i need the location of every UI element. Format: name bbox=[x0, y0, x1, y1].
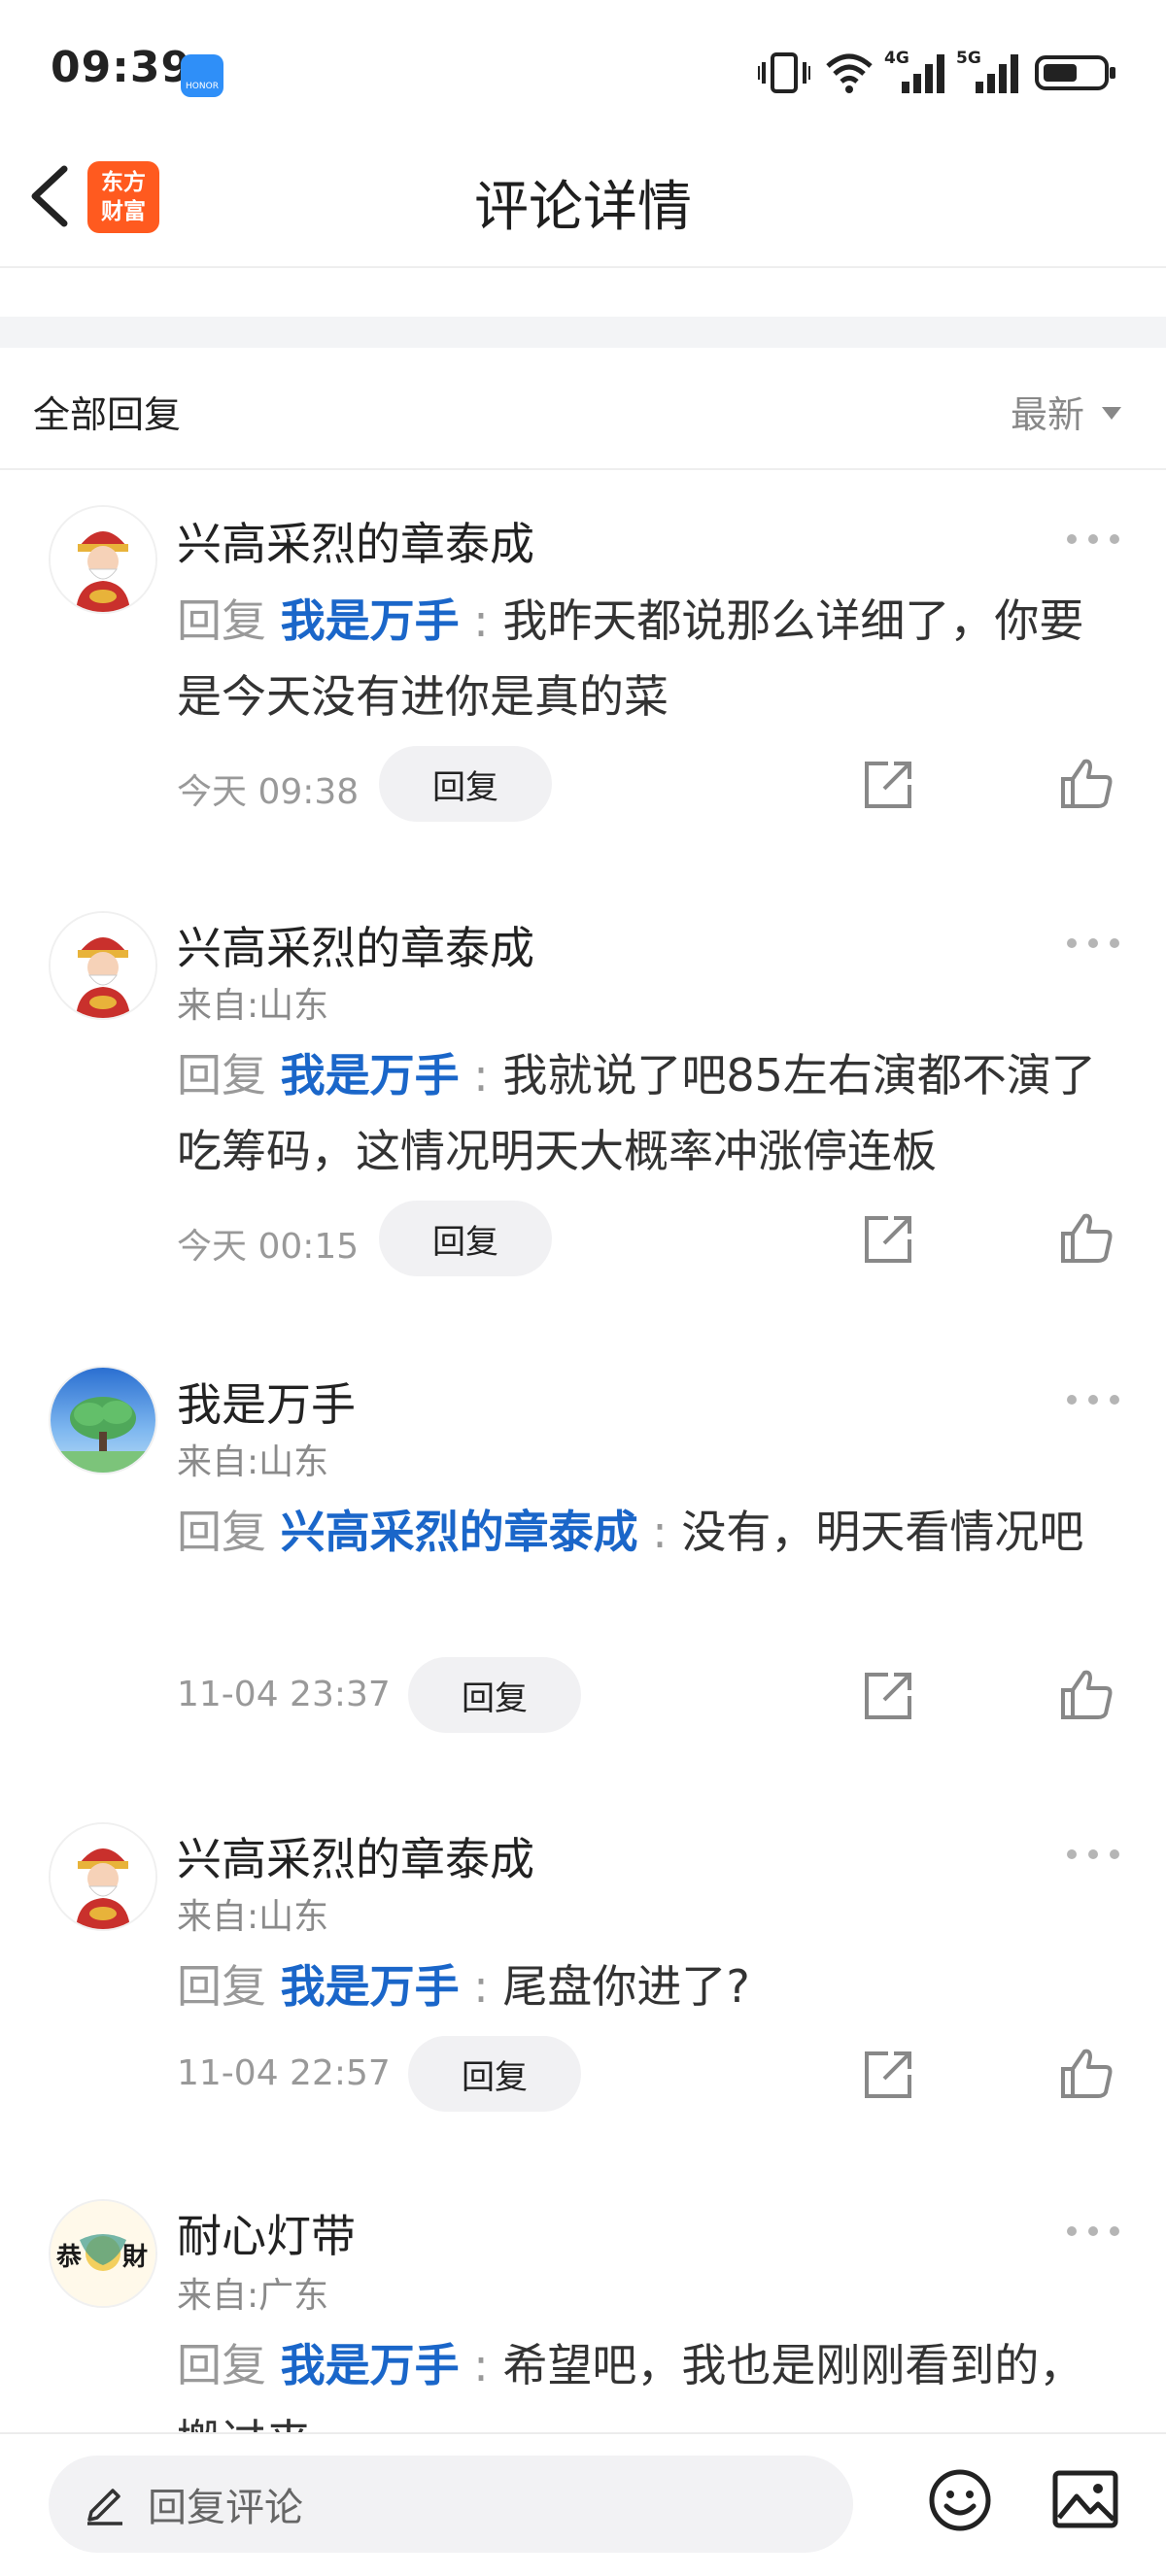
bottom-divider bbox=[0, 2432, 1166, 2434]
comment-username[interactable]: 耐心灯带 bbox=[177, 2201, 356, 2265]
comment-text: 回复 兴高采烈的章泰成 : 没有，明天看情况吧 bbox=[177, 1506, 1084, 1558]
tree-avatar-icon bbox=[51, 1368, 155, 1473]
caishen-avatar-icon bbox=[51, 913, 155, 1018]
avatar[interactable] bbox=[49, 1822, 157, 1931]
reply-button[interactable]: 回复 bbox=[379, 1201, 552, 1276]
image-icon[interactable] bbox=[1051, 2469, 1119, 2529]
pencil-icon bbox=[87, 2489, 122, 2525]
reply-prefix: 回复 bbox=[177, 1049, 266, 1102]
gongxi-facai-avatar-icon: 恭 財 bbox=[51, 2201, 155, 2306]
emoji-icon[interactable] bbox=[927, 2467, 993, 2533]
comment-location: 来自:广东 bbox=[177, 2276, 329, 2316]
comment-time: 11-04 23:37 bbox=[177, 1675, 391, 1714]
avatar[interactable] bbox=[49, 1366, 157, 1474]
reply-prefix: 回复 bbox=[177, 1506, 266, 1558]
like-icon[interactable] bbox=[1059, 1667, 1114, 1721]
reply-content: 没有，明天看情况吧 bbox=[681, 1506, 1084, 1558]
share-icon[interactable] bbox=[861, 1212, 915, 1267]
reply-target-user[interactable]: 兴高采烈的章泰成 bbox=[281, 1506, 638, 1558]
reply-prefix: 回复 bbox=[177, 1960, 266, 2013]
header-divider bbox=[0, 266, 1166, 268]
reply-target-user[interactable]: 我是万手 bbox=[281, 1960, 460, 2013]
reply-prefix: 回复 bbox=[177, 594, 266, 647]
caishen-avatar-icon bbox=[51, 507, 155, 612]
reply-prefix: 回复 bbox=[177, 2339, 266, 2391]
like-icon[interactable] bbox=[1059, 1210, 1114, 1265]
comment-username[interactable]: 兴高采烈的章泰成 bbox=[177, 913, 534, 977]
page-title: 评论详情 bbox=[474, 176, 692, 239]
sort-value: 最新 bbox=[1011, 393, 1085, 436]
battery-icon bbox=[1035, 55, 1115, 90]
comment-location: 来自:山东 bbox=[177, 1442, 329, 1482]
svg-text:恭: 恭 bbox=[55, 2243, 83, 2272]
avatar[interactable] bbox=[49, 911, 157, 1020]
more-options-icon[interactable] bbox=[1067, 936, 1119, 950]
comment-text: 回复 我是万手 : 我就说了吧85左右演都不演了吃筹码，这情况明天大概率冲涨停连… bbox=[177, 1049, 1096, 1177]
like-icon[interactable] bbox=[1059, 756, 1114, 810]
comment-time: 今天 00:15 bbox=[177, 1227, 360, 1267]
caishen-avatar-icon bbox=[51, 1824, 155, 1929]
reply-button[interactable]: 回复 bbox=[379, 746, 552, 822]
comment-time: 今天 09:38 bbox=[177, 772, 360, 812]
all-replies-label: 全部回复 bbox=[33, 393, 182, 436]
comment-username[interactable]: 我是万手 bbox=[177, 1370, 356, 1434]
reply-comment-input[interactable]: 回复评论 bbox=[49, 2456, 853, 2553]
more-options-icon[interactable] bbox=[1067, 2224, 1119, 2238]
avatar[interactable]: 恭 財 bbox=[49, 2199, 157, 2308]
sort-divider bbox=[0, 468, 1166, 470]
more-options-icon[interactable] bbox=[1067, 1393, 1119, 1407]
reply-target-user[interactable]: 我是万手 bbox=[281, 594, 460, 647]
reply-button[interactable]: 回复 bbox=[408, 1657, 581, 1733]
dropdown-triangle-icon bbox=[1102, 407, 1122, 420]
reply-input-placeholder: 回复评论 bbox=[148, 2486, 303, 2530]
share-icon[interactable] bbox=[861, 1669, 915, 1723]
wifi-icon bbox=[826, 53, 873, 93]
share-icon[interactable] bbox=[861, 2048, 915, 2102]
comment-location: 来自:山东 bbox=[177, 1897, 329, 1937]
svg-text:財: 財 bbox=[122, 2243, 148, 2272]
comment-username[interactable]: 兴高采烈的章泰成 bbox=[177, 1824, 534, 1888]
reply-target-user[interactable]: 我是万手 bbox=[281, 1049, 460, 1102]
avatar[interactable] bbox=[49, 505, 157, 614]
more-options-icon[interactable] bbox=[1067, 1847, 1119, 1861]
status-time: 09:39 bbox=[51, 43, 192, 92]
honor-app-icon: HONOR bbox=[181, 54, 223, 97]
signal-5g-icon bbox=[976, 54, 1018, 93]
vibrate-icon bbox=[758, 52, 810, 93]
more-options-icon[interactable] bbox=[1067, 532, 1119, 546]
sort-dropdown[interactable]: 最新 bbox=[1011, 385, 1122, 438]
comment-username[interactable]: 兴高采烈的章泰成 bbox=[177, 509, 534, 573]
share-icon[interactable] bbox=[861, 758, 915, 812]
comment-text: 回复 我是万手 : 尾盘你进了? bbox=[177, 1960, 750, 2013]
like-icon[interactable] bbox=[1059, 2046, 1114, 2100]
comment-time: 11-04 22:57 bbox=[177, 2053, 391, 2093]
comment-location: 来自:山东 bbox=[177, 986, 329, 1026]
comment-text: 回复 我是万手 : 希望吧，我也是刚刚看到的，搬过来 bbox=[177, 2327, 1100, 2432]
reply-content: 尾盘你进了? bbox=[502, 1960, 750, 2013]
signal-4g-icon bbox=[902, 54, 944, 93]
section-separator bbox=[0, 317, 1166, 348]
reply-target-user[interactable]: 我是万手 bbox=[281, 2339, 460, 2391]
comment-text: 回复 我是万手 : 我昨天都说那么详细了，你要是今天没有进你是真的菜 bbox=[177, 594, 1084, 723]
reply-button[interactable]: 回复 bbox=[408, 2036, 581, 2112]
